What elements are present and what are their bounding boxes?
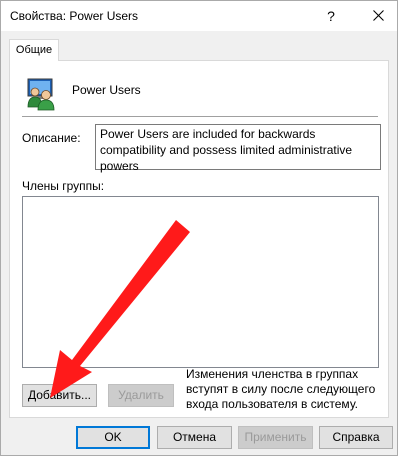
- ok-button[interactable]: OK: [76, 426, 150, 449]
- members-label: Члены группы:: [22, 179, 105, 193]
- users-group-icon: [24, 77, 60, 111]
- description-label: Описание:: [22, 131, 81, 145]
- separator: [22, 116, 378, 117]
- window-title: Свойства: Power Users: [10, 9, 139, 23]
- properties-dialog: Свойства: Power Users ? Общие Power User…: [0, 0, 398, 456]
- add-button[interactable]: Добавить...: [22, 384, 97, 407]
- cancel-button[interactable]: Отмена: [157, 426, 232, 449]
- tab-general[interactable]: Общие: [9, 39, 59, 61]
- members-list[interactable]: [22, 196, 379, 368]
- remove-button[interactable]: Удалить: [108, 384, 174, 407]
- help-button[interactable]: Справка: [319, 426, 393, 449]
- general-tab-panel: Power Users Описание: Power Users are in…: [9, 60, 389, 418]
- description-field[interactable]: Power Users are included for backwards c…: [95, 124, 381, 173]
- apply-button[interactable]: Применить: [238, 426, 313, 449]
- close-button[interactable]: [363, 3, 393, 29]
- close-icon: [372, 10, 384, 21]
- title-help-button[interactable]: ?: [317, 3, 345, 29]
- title-bar[interactable]: Свойства: Power Users ?: [1, 1, 397, 31]
- membership-note: Изменения членства в группах вступят в с…: [186, 367, 376, 411]
- group-name: Power Users: [72, 83, 141, 97]
